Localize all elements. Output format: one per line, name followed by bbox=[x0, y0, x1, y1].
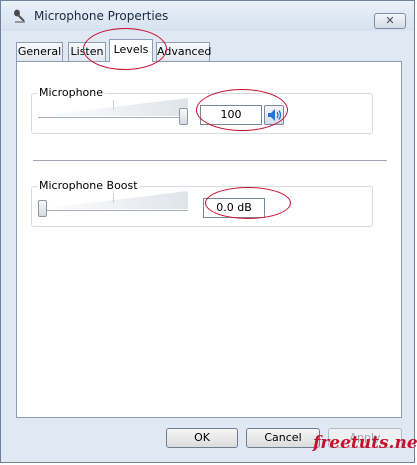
ok-label: OK bbox=[194, 431, 210, 444]
cancel-label: Cancel bbox=[264, 431, 302, 444]
cancel-button[interactable]: Cancel bbox=[246, 428, 320, 448]
title-bar: Microphone Properties ✕ bbox=[1, 1, 414, 31]
tab-listen-label: Listen bbox=[70, 45, 104, 58]
boost-group: Microphone Boost 0.0 dB bbox=[31, 179, 373, 227]
speaker-icon bbox=[268, 109, 282, 121]
tab-levels-label: Levels bbox=[113, 43, 149, 56]
boost-slider-thumb[interactable] bbox=[38, 200, 47, 217]
microphone-label: Microphone bbox=[37, 86, 106, 99]
slider-tick bbox=[113, 193, 114, 203]
mute-button[interactable] bbox=[264, 105, 284, 125]
boost-level-value: 0.0 dB bbox=[216, 201, 252, 214]
close-icon: ✕ bbox=[385, 14, 395, 27]
close-button[interactable]: ✕ bbox=[374, 13, 406, 29]
boost-level-field[interactable]: 0.0 dB bbox=[203, 198, 265, 218]
separator bbox=[33, 160, 387, 161]
boost-label: Microphone Boost bbox=[37, 179, 140, 192]
tab-general[interactable]: General bbox=[16, 42, 63, 61]
microphone-slider-rail bbox=[38, 117, 188, 118]
boost-slider-rail bbox=[38, 210, 188, 211]
levels-panel: Microphone 100 Microphone Boost 0.0 dB bbox=[16, 61, 402, 418]
tab-advanced-label: Advanced bbox=[157, 45, 212, 58]
microphone-icon bbox=[14, 9, 25, 23]
tab-listen[interactable]: Listen bbox=[68, 42, 106, 61]
tab-levels[interactable]: Levels bbox=[109, 39, 153, 62]
microphone-group: Microphone 100 bbox=[31, 86, 373, 134]
tab-general-label: General bbox=[17, 45, 62, 58]
microphone-level-field[interactable]: 100 bbox=[200, 105, 262, 125]
ok-button[interactable]: OK bbox=[166, 428, 238, 448]
microphone-level-value: 100 bbox=[220, 108, 242, 121]
properties-window: Microphone Properties ✕ General Listen L… bbox=[0, 0, 415, 463]
watermark: freetuts.net bbox=[313, 433, 417, 453]
tab-advanced[interactable]: Advanced bbox=[156, 42, 212, 61]
slider-tick bbox=[113, 100, 114, 110]
window-title: Microphone Properties bbox=[34, 9, 169, 23]
microphone-slider-thumb[interactable] bbox=[179, 108, 188, 125]
